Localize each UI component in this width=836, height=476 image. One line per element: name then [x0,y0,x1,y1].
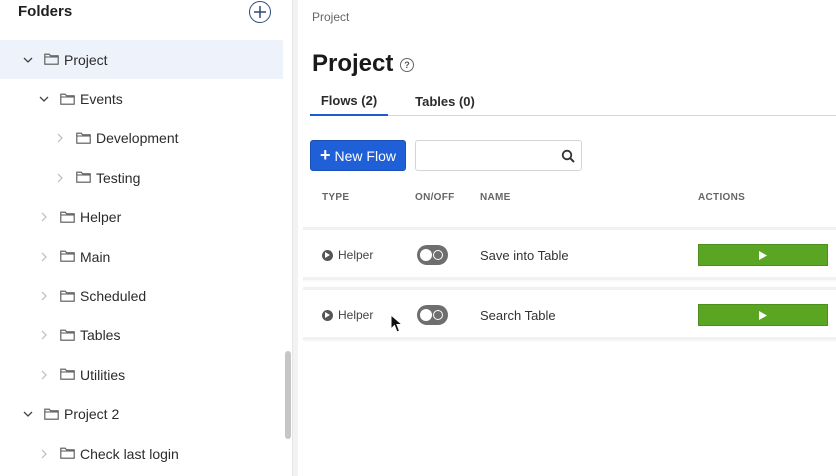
folder-tree-label: Events [80,91,123,108]
new-flow-button[interactable]: + New Flow [310,140,406,171]
folder-tree-label: Scheduled [80,288,147,305]
plus-icon: + [320,144,331,165]
chevron-right-icon[interactable] [54,132,66,144]
folder-icon [60,211,76,224]
page-title: Project [312,50,394,77]
mouse-cursor-icon [390,314,404,333]
chevron-right-icon[interactable] [38,211,50,223]
new-flow-label: New Flow [334,147,396,164]
play-circle-icon [322,309,333,321]
folder-tree-label: Utilities [80,366,126,383]
chevron-down-icon[interactable] [22,54,34,66]
chevron-right-icon[interactable] [38,448,50,460]
column-header-actions[interactable]: ACTIONS [698,192,745,203]
run-flow-button[interactable] [698,244,828,266]
folder-icon [60,368,76,381]
folder-tree-item[interactable]: Development [0,119,283,158]
chevron-right-icon[interactable] [38,369,50,381]
folder-tree-item[interactable]: Project 2 [0,395,283,434]
chevron-down-icon[interactable] [22,408,34,420]
flow-row[interactable]: Helper Save into Table [303,227,836,280]
help-icon[interactable]: ? [400,58,414,72]
folder-tree-label: Testing [96,169,141,186]
tab-tables[interactable]: Tables (0) [400,86,490,116]
folder-tree-item[interactable]: Scheduled [0,276,283,315]
folder-tree-item[interactable]: Project [0,40,283,80]
search-icon[interactable] [561,149,575,163]
folders-sidebar: Folders Project Events Development Testing H… [0,0,292,476]
folder-tree-label: Project 2 [64,406,120,423]
folder-tree-item[interactable]: Tables [0,316,283,355]
flow-name[interactable]: Search Table [480,308,556,323]
flow-type-label: Helper [338,248,374,262]
flow-type: Helper [322,308,373,322]
folder-tree-item[interactable]: Main [0,237,283,276]
folder-tree-item[interactable]: Helper [0,198,283,237]
folder-tree-label: Tables [80,327,121,344]
chevron-right-icon[interactable] [38,251,50,263]
tab-flows[interactable]: Flows (2) [310,86,388,116]
main-panel: Project Project ? Flows (2) Tables (0) +… [298,0,836,476]
play-icon [759,250,767,260]
chevron-down-icon[interactable] [38,93,50,105]
folder-tree-label: Project [64,51,108,68]
search-field[interactable] [415,140,582,171]
folder-icon [60,93,76,106]
chevron-right-icon[interactable] [38,329,50,341]
flow-row[interactable]: Helper Search Table [303,287,836,340]
column-header-type[interactable]: TYPE [322,192,349,203]
flow-type-label: Helper [338,308,374,322]
folder-icon [76,132,92,145]
folder-tree-label: Helper [80,209,122,226]
column-header-name[interactable]: NAME [480,192,511,203]
search-input[interactable] [422,147,552,165]
folder-tree: Project Events Development Testing Helper Mai… [0,40,283,473]
folder-tree-item[interactable]: Events [0,79,283,118]
folder-tree-item[interactable]: Testing [0,158,283,197]
folder-tree-item[interactable]: Check last login [0,434,283,473]
tab-bar: Flows (2) Tables (0) [310,86,836,116]
flow-type: Helper [322,248,373,262]
add-folder-button[interactable] [249,1,271,23]
folder-tree-label: Check last login [80,445,179,462]
column-header-onoff[interactable]: ON/OFF [415,192,455,203]
folder-tree-label: Development [96,130,179,147]
folder-icon [60,329,76,342]
breadcrumb[interactable]: Project [312,10,349,24]
folder-icon [76,171,92,184]
run-flow-button[interactable] [698,304,828,326]
play-circle-icon [322,249,333,261]
chevron-right-icon[interactable] [38,290,50,302]
play-icon [759,310,767,320]
folder-tree-item[interactable]: Utilities [0,355,283,394]
chevron-right-icon[interactable] [54,172,66,184]
flow-enabled-toggle[interactable] [417,305,448,325]
folder-icon [44,53,60,66]
folder-icon [44,408,60,421]
folder-icon [60,250,76,263]
folder-icon [60,447,76,460]
flow-name[interactable]: Save into Table [480,248,569,263]
folder-tree-label: Main [80,248,111,265]
sidebar-title: Folders [18,3,73,20]
folder-icon [60,290,76,303]
plus-icon [254,6,266,18]
sidebar-scrollbar-thumb[interactable] [285,351,291,439]
flow-enabled-toggle[interactable] [417,245,448,265]
